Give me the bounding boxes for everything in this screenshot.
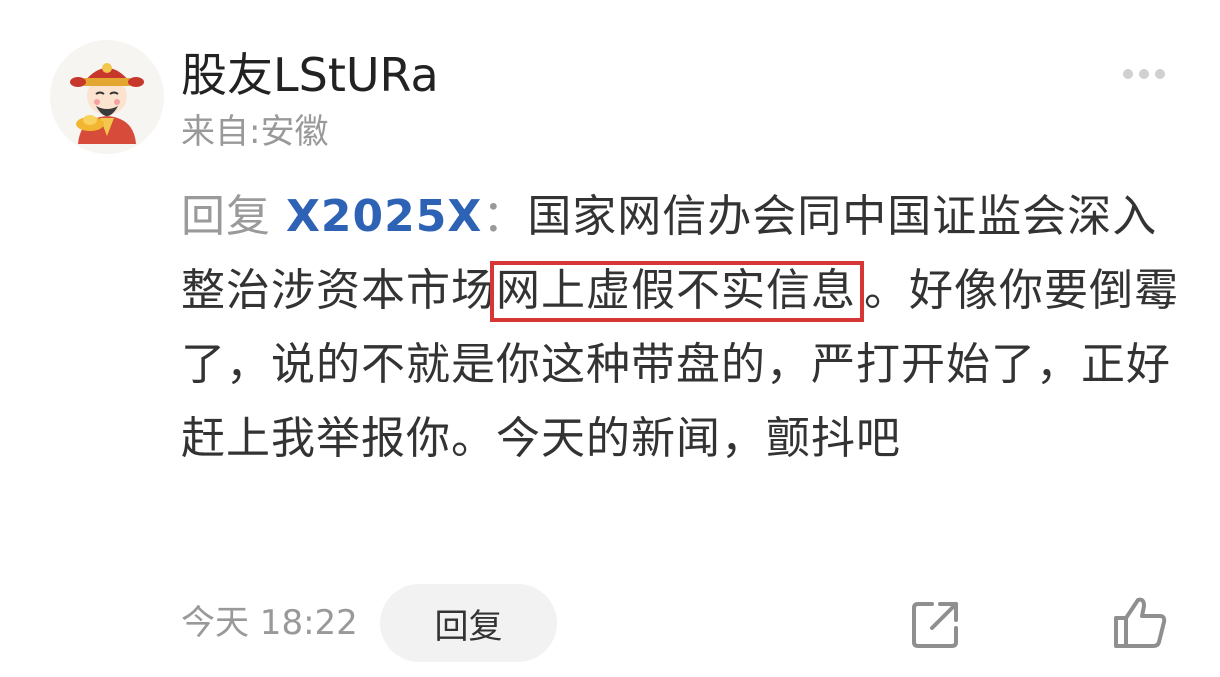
colon: ： [482,191,528,242]
username[interactable]: 股友LStURa [181,45,439,105]
user-avatar[interactable] [50,40,164,154]
reply-button[interactable]: 回复 [380,584,557,662]
god-of-wealth-avatar-icon [50,40,164,154]
thumbs-up-icon[interactable] [1112,596,1168,650]
more-dots-icon[interactable] [1114,60,1174,88]
share-icon[interactable] [910,598,962,650]
mention-link[interactable]: X2025X [286,191,482,242]
comment-card: 股友LStURa 来自:安徽 回复 X2025X：国家网信办会同中国证监会深入整… [0,0,1220,677]
reply-prefix: 回复 [181,191,271,242]
user-location: 来自:安徽 [181,112,329,152]
comment-timestamp: 今天 18:22 [181,603,358,643]
highlighted-phrase: 网上虚假不实信息 [490,261,864,322]
comment-text: 回复 X2025X：国家网信办会同中国证监会深入整治涉资本市场网上虚假不实信息。… [181,180,1181,476]
